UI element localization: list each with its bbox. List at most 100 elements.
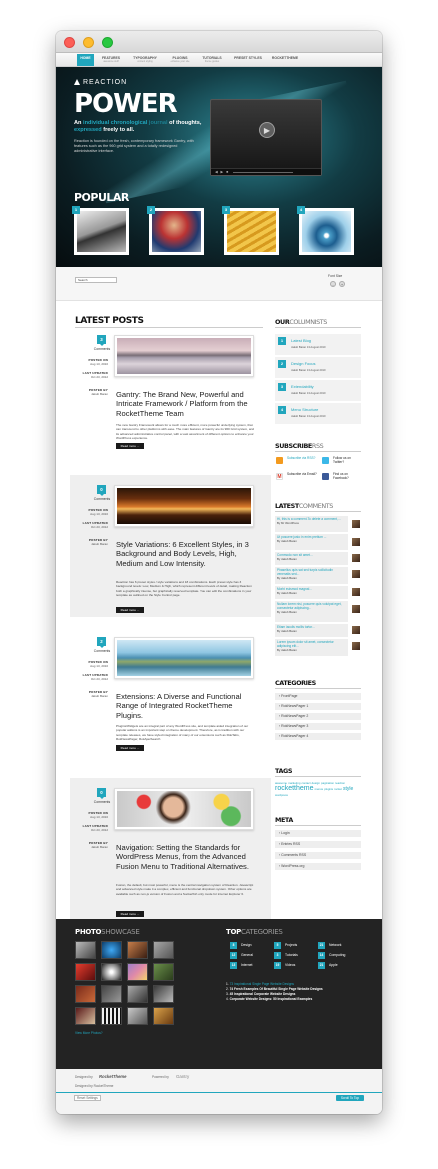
email-icon[interactable]: M	[276, 473, 283, 480]
post-image[interactable]	[114, 335, 254, 377]
rss-icon[interactable]	[276, 457, 283, 464]
facebook-link[interactable]: Find us on Facebook?	[333, 472, 361, 480]
comment-item[interactable]: Ut posuere justo in enim pretium ... By J…	[275, 534, 348, 550]
comment-count-badge[interactable]: 2	[97, 637, 106, 648]
columnist-item[interactable]: 4 Menu Structure Jakub Baran 13 August 201…	[275, 403, 361, 424]
comment-count-badge[interactable]: 0	[97, 485, 106, 496]
category-link[interactable]: › RokNewsPager 3	[275, 723, 361, 730]
close-window-button[interactable]	[64, 37, 75, 48]
showcase-photo[interactable]	[127, 963, 148, 981]
showcase-photo[interactable]	[101, 985, 122, 1003]
menu-item-features[interactable]: Features awesome stuff	[97, 54, 125, 66]
list-link[interactable]: 73 Inspirational Single Page Website Des…	[230, 982, 294, 986]
comment-item[interactable]: Lorem ipsum dolor sit amet, consectetur …	[275, 639, 348, 656]
category-link[interactable]: › RokNewsPager 2	[275, 713, 361, 720]
showcase-photo[interactable]	[153, 1007, 174, 1025]
search-input[interactable]: Search	[75, 277, 117, 283]
post-title[interactable]: Style Variations: 6 Excellent Styles, in…	[116, 540, 258, 568]
footer-list-item[interactable]: 4. Corporate Website Designs: 50 Inspira…	[226, 997, 323, 1002]
video-progress-track[interactable]	[233, 172, 293, 173]
minimize-window-button[interactable]	[83, 37, 94, 48]
meta-link[interactable]: › Comments RSS	[275, 852, 361, 859]
menu-item-tutorials[interactable]: Tutorials theme guides	[198, 54, 226, 66]
menu-item-home[interactable]: Home	[77, 54, 94, 66]
site-logo[interactable]: REACTION	[74, 79, 127, 86]
comment-item[interactable]: Hi, this is a comment.To delete a commen…	[275, 516, 348, 532]
view-more-photos-link[interactable]: View More Photos?	[75, 1031, 103, 1035]
showcase-photo[interactable]	[153, 985, 174, 1003]
tag-link[interactable]: menus	[315, 787, 323, 791]
footer-category-link[interactable]: Computing	[329, 953, 345, 957]
post-title[interactable]: Gantry: The Brand New, Powerful and Intr…	[116, 390, 258, 418]
showcase-photo[interactable]	[101, 941, 122, 959]
showcase-photo[interactable]	[101, 963, 122, 981]
comment-text[interactable]: Phasellus quis sat sed turpis sollicitud…	[277, 568, 346, 576]
menu-item-preset-styles[interactable]: Preset Styles	[230, 54, 266, 66]
showcase-photo[interactable]	[75, 1007, 96, 1025]
footer-category-link[interactable]: Projects	[285, 943, 297, 947]
zoom-window-button[interactable]	[102, 37, 113, 48]
popular-thumb-4[interactable]: 4	[297, 206, 354, 255]
comment-text[interactable]: Lorem ipsum dolor sit amet, consectetur …	[277, 640, 346, 648]
post-image[interactable]	[114, 485, 254, 527]
post-author[interactable]: Jakub Baran	[91, 542, 108, 546]
play-icon[interactable]: ▶	[259, 122, 275, 138]
footer-category-link[interactable]: Internet	[241, 963, 253, 967]
post-author[interactable]: Jakub Baran	[91, 694, 108, 698]
footer-category-link[interactable]: Network	[329, 943, 341, 947]
footer-category-link[interactable]: General	[241, 953, 253, 957]
columnist-item[interactable]: 3 Extendability Jakub Baran 13 August 2010	[275, 380, 361, 401]
comment-item[interactable]: Commodo non sit amet... By Jakub Baran	[275, 552, 348, 565]
meta-link[interactable]: › Entries RSS	[275, 841, 361, 848]
decrease-font-button[interactable]: -	[330, 281, 336, 287]
tag-link[interactable]: style	[343, 786, 353, 792]
post-title[interactable]: Navigation: Setting the Standards for Wo…	[116, 843, 258, 871]
tag-link[interactable]: wordpress	[275, 793, 288, 797]
footer-category-link[interactable]: Tutorials	[285, 953, 298, 957]
subscribe-rss-link[interactable]: Subscribe via RSS?	[287, 456, 319, 460]
menu-item-plugins[interactable]: Plugins enhance your site	[165, 54, 195, 66]
tag-link[interactable]: plugins	[324, 787, 333, 791]
read-more-button[interactable]: Read more ...	[116, 443, 144, 449]
showcase-photo[interactable]	[101, 1007, 122, 1025]
reset-settings-button[interactable]: Reset Settings	[74, 1095, 101, 1101]
increase-font-button[interactable]: +	[339, 281, 345, 287]
columnist-title[interactable]: Extendability	[291, 384, 314, 389]
popular-thumb-2[interactable]: 2	[147, 206, 204, 255]
subscribe-email-link[interactable]: Subscribe via Email?	[287, 472, 319, 476]
facebook-icon[interactable]	[322, 473, 329, 480]
showcase-photo[interactable]	[75, 941, 96, 959]
list-link[interactable]: 74 Fresh Examples Of Beautiful Single Pa…	[230, 987, 323, 991]
columnist-title[interactable]: Latest Blog	[291, 338, 311, 343]
post-author[interactable]: Jakub Baran	[91, 392, 108, 396]
showcase-photo[interactable]	[75, 963, 96, 981]
twitter-icon[interactable]	[322, 457, 329, 464]
twitter-link[interactable]: Follow us on Twitter?	[333, 456, 361, 464]
meta-link[interactable]: › Login	[275, 830, 361, 837]
footer-category-link[interactable]: Apple	[329, 963, 338, 967]
list-link[interactable]: Corporate Website Designs: 50 Inspiratio…	[230, 997, 313, 1001]
tag-link[interactable]: rockettheme	[275, 785, 314, 792]
showcase-photo[interactable]	[127, 1007, 148, 1025]
rockettheme-logo[interactable]: RocketTheme	[99, 1074, 126, 1079]
tag-link[interactable]: reaction	[335, 781, 345, 785]
showcase-photo[interactable]	[127, 941, 148, 959]
post-author[interactable]: Jakub Baran	[91, 845, 108, 849]
columnist-title[interactable]: Menu Structure	[291, 407, 318, 412]
post-title[interactable]: Extensions: A Diverse and Functional Ran…	[116, 692, 258, 720]
category-link[interactable]: › RokNewsPager 4	[275, 733, 361, 740]
scroll-to-top-button[interactable]: Scroll To Top	[336, 1095, 364, 1101]
menu-item-rockettheme[interactable]: RocketTheme	[268, 54, 302, 66]
category-link[interactable]: › RokNewsPager 1	[275, 703, 361, 710]
read-more-button[interactable]: Read more ...	[116, 911, 144, 917]
read-more-button[interactable]: Read more ...	[116, 607, 144, 613]
post-image[interactable]	[114, 788, 254, 830]
columnist-item[interactable]: 1 Latest Blog Jakub Baran 13 August 2010	[275, 334, 361, 355]
footer-category-link[interactable]: Design	[241, 943, 252, 947]
popular-thumb-1[interactable]: 1	[72, 206, 129, 255]
popular-thumb-3[interactable]: 3	[222, 206, 279, 255]
comment-item[interactable]: Morbi euismod magna!... By Jakub Baran	[275, 586, 348, 599]
video-player[interactable]: ▶ ◀ ▶ ■	[210, 99, 322, 176]
columnist-title[interactable]: Design Focus	[291, 361, 315, 366]
showcase-photo[interactable]	[127, 985, 148, 1003]
